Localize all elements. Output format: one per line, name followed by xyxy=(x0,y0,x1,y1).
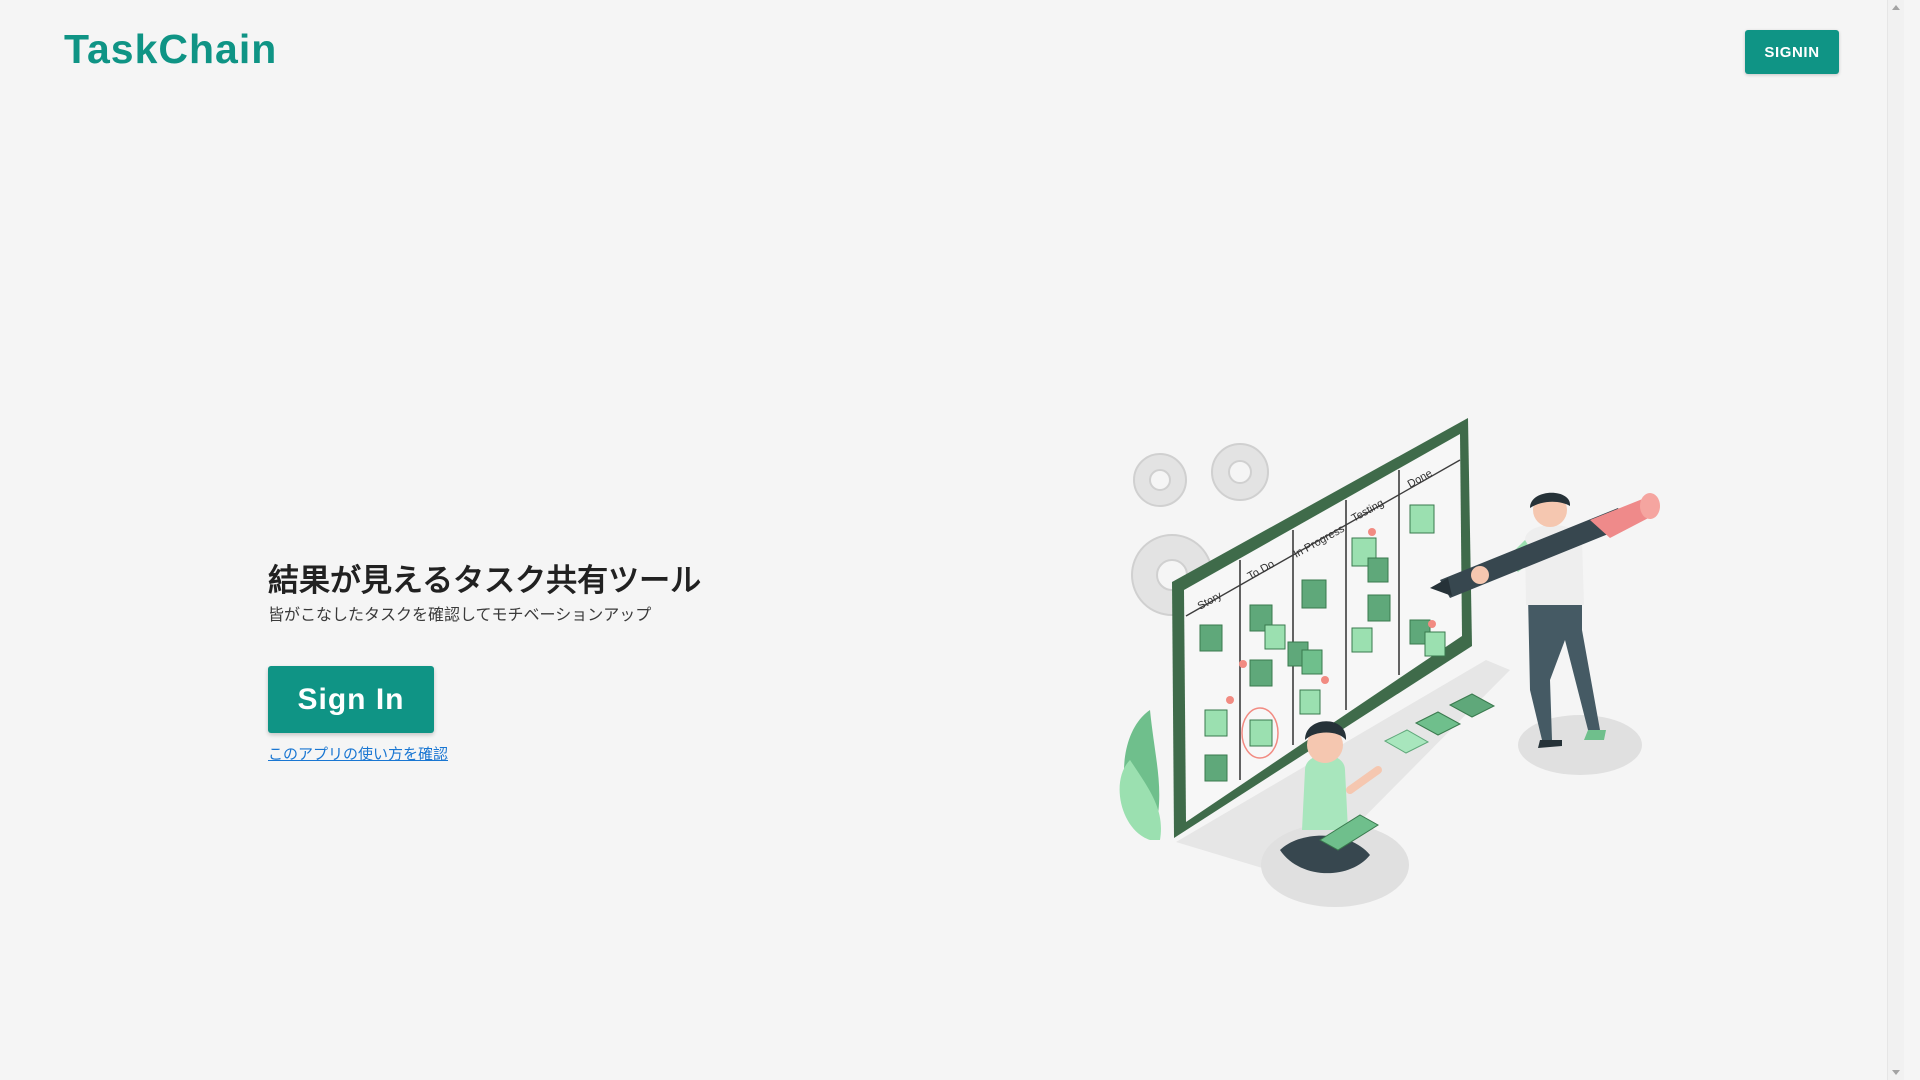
plant-decoration xyxy=(1119,710,1161,840)
hero-subtitle: 皆がこなしたタスクを確認してモチベーションアップ xyxy=(268,605,652,624)
sign-in-button[interactable]: Sign In xyxy=(268,666,434,733)
scroll-up-arrow-icon[interactable] xyxy=(1892,5,1900,10)
app-logo[interactable]: TaskChain xyxy=(64,26,277,73)
vertical-scrollbar[interactable] xyxy=(1887,0,1904,1080)
page: TaskChain SIGNIN 結果が見えるタスク共有ツール 皆がこなしたタス… xyxy=(0,0,1904,1080)
header-signin-button[interactable]: SIGNIN xyxy=(1745,30,1839,74)
scroll-down-arrow-icon[interactable] xyxy=(1892,1070,1900,1075)
hero-section: 結果が見えるタスク共有ツール 皆がこなしたタスクを確認してモチベーションアップ … xyxy=(268,560,868,764)
kanban-board-illustration: Story To Do In Progress Testing Done xyxy=(1119,418,1660,907)
hero-title: 結果が見えるタスク共有ツール xyxy=(268,563,702,599)
how-to-use-link[interactable]: このアプリの使い方を確認 xyxy=(268,743,448,764)
